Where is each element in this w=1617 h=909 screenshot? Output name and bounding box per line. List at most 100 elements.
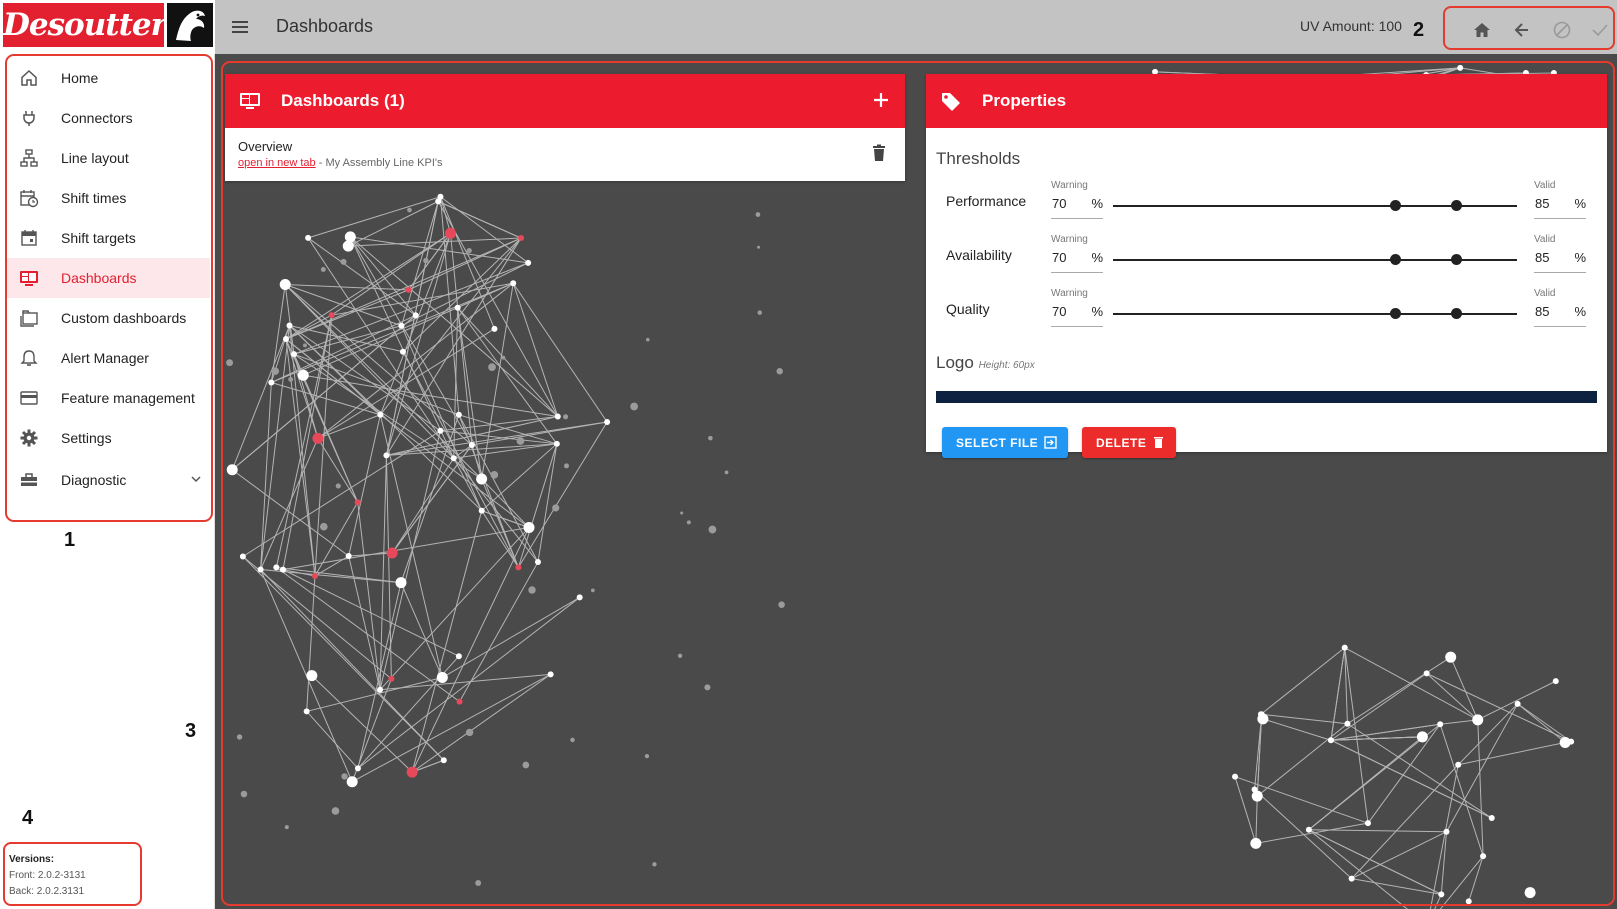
sidebar-item-label: Dashboards bbox=[61, 270, 137, 286]
percent-unit: % bbox=[1091, 250, 1103, 265]
threshold-row-performance: Performance Warning 70% Valid 85% bbox=[926, 180, 1607, 230]
sidebar-item-dashboards[interactable]: Dashboards bbox=[7, 258, 210, 298]
valid-value: 85 bbox=[1535, 304, 1550, 319]
warning-input[interactable]: 70% bbox=[1051, 247, 1103, 273]
logo-preview bbox=[936, 391, 1597, 403]
select-file-button[interactable]: SELECT FILE bbox=[942, 427, 1068, 458]
percent-unit: % bbox=[1091, 196, 1103, 211]
warning-input[interactable]: 70% bbox=[1051, 301, 1103, 327]
valid-knob[interactable] bbox=[1451, 200, 1462, 211]
calendar-clock-icon bbox=[19, 188, 39, 208]
properties-header: Properties bbox=[926, 74, 1607, 128]
logo-title: Logo Height: 60px bbox=[936, 353, 1035, 373]
monitor-dashboard-icon bbox=[239, 91, 261, 111]
valid-label: Valid bbox=[1534, 180, 1556, 191]
home-icon[interactable] bbox=[1472, 20, 1492, 40]
sidebar-item-settings[interactable]: Settings bbox=[7, 418, 210, 458]
open-new-tab-link[interactable]: open in new tab bbox=[238, 157, 316, 169]
trash-icon[interactable] bbox=[871, 144, 887, 162]
add-icon[interactable] bbox=[871, 90, 891, 110]
warning-knob[interactable] bbox=[1390, 308, 1401, 319]
warning-value: 70 bbox=[1052, 196, 1067, 211]
warning-knob[interactable] bbox=[1390, 200, 1401, 211]
sidebar-item-feature-management[interactable]: Feature management bbox=[7, 378, 210, 418]
sidebar-item-home[interactable]: Home bbox=[7, 58, 210, 98]
sidebar-item-label: Home bbox=[61, 70, 99, 86]
page-title: Dashboards bbox=[276, 16, 374, 36]
valid-label: Valid bbox=[1534, 288, 1556, 299]
select-file-label: SELECT FILE bbox=[956, 436, 1039, 450]
warning-input[interactable]: 70% bbox=[1051, 193, 1103, 219]
warning-value: 70 bbox=[1052, 304, 1067, 319]
percent-unit: % bbox=[1091, 304, 1103, 319]
valid-knob[interactable] bbox=[1451, 254, 1462, 265]
sidebar-item-connectors[interactable]: Connectors bbox=[7, 98, 210, 138]
dashboard-description: - My Assembly Line KPI's bbox=[318, 157, 443, 169]
dashboard-name: Overview bbox=[238, 139, 293, 154]
threshold-slider[interactable] bbox=[1113, 254, 1517, 265]
sidebar-item-custom-dashboards[interactable]: Custom dashboards bbox=[7, 298, 210, 338]
front-version: Front: 2.0.2-3131 bbox=[9, 870, 86, 881]
valid-value: 85 bbox=[1535, 196, 1550, 211]
chevron-down-icon[interactable] bbox=[189, 472, 203, 486]
annotation-number: 3 bbox=[185, 720, 197, 742]
sidebar-item-label: Connectors bbox=[61, 110, 133, 126]
sidebar-item-label: Line layout bbox=[61, 150, 129, 166]
sidebar-item-shift-targets[interactable]: Shift targets bbox=[7, 218, 210, 258]
brand-logo-text: Desoutter bbox=[3, 3, 167, 47]
valid-value: 85 bbox=[1535, 250, 1550, 265]
annotation-number: 4 bbox=[22, 807, 34, 829]
warning-label: Warning bbox=[1051, 234, 1088, 245]
dashboards-header: Dashboards (1) bbox=[225, 74, 905, 128]
valid-input[interactable]: 85% bbox=[1534, 301, 1586, 327]
threshold-row-quality: Quality Warning 70% Valid 85% bbox=[926, 288, 1607, 338]
toolbox-icon bbox=[19, 470, 39, 490]
threshold-slider[interactable] bbox=[1113, 200, 1517, 211]
sidebar-item-label: Feature management bbox=[61, 390, 195, 406]
valid-input[interactable]: 85% bbox=[1534, 193, 1586, 219]
sidebar-item-shift-times[interactable]: Shift times bbox=[7, 178, 210, 218]
sidebar-item-label: Custom dashboards bbox=[61, 310, 187, 326]
file-upload-icon bbox=[1044, 436, 1057, 452]
warning-value: 70 bbox=[1052, 250, 1067, 265]
valid-knob[interactable] bbox=[1451, 308, 1462, 319]
top-bar: Desoutter Dashboards UV Amount: 100 2 bbox=[0, 0, 1617, 54]
arrow-back-icon[interactable] bbox=[1512, 20, 1532, 40]
bell-icon bbox=[19, 348, 39, 368]
threshold-slider[interactable] bbox=[1113, 308, 1517, 319]
back-version: Back: 2.0.2.3131 bbox=[9, 886, 85, 897]
percent-unit: % bbox=[1574, 304, 1586, 319]
percent-unit: % bbox=[1574, 196, 1586, 211]
app-root: Desoutter Dashboards UV Amount: 100 2 Ho… bbox=[0, 0, 1617, 909]
sidebar-item-alert-manager[interactable]: Alert Manager bbox=[7, 338, 210, 378]
uv-amount: UV Amount: 100 bbox=[1300, 18, 1402, 34]
valid-input[interactable]: 85% bbox=[1534, 247, 1586, 273]
trash-icon bbox=[1153, 436, 1164, 452]
warning-label: Warning bbox=[1051, 180, 1088, 191]
delete-label: DELETE bbox=[1096, 436, 1147, 450]
toolbar-actions bbox=[1443, 6, 1615, 50]
sidebar-item-label: Shift targets bbox=[61, 230, 136, 246]
logo-title-text: Logo bbox=[936, 353, 974, 372]
sidebar-item-label: Diagnostic bbox=[61, 472, 127, 488]
delete-button[interactable]: DELETE bbox=[1082, 427, 1176, 458]
threshold-row-availability: Availability Warning 70% Valid 85% bbox=[926, 234, 1607, 284]
check-icon[interactable] bbox=[1590, 20, 1610, 40]
sidebar-item-label: Shift times bbox=[61, 190, 127, 206]
properties-title: Properties bbox=[982, 91, 1067, 110]
menu-icon[interactable] bbox=[229, 16, 251, 38]
sidebar-nav: Home Connectors Line layout Shift times … bbox=[5, 54, 213, 522]
cancel-icon[interactable] bbox=[1552, 20, 1572, 40]
threshold-label: Performance bbox=[946, 193, 1027, 209]
sidebar-item-line-layout[interactable]: Line layout bbox=[7, 138, 210, 178]
plug-icon bbox=[19, 108, 39, 128]
percent-unit: % bbox=[1574, 250, 1586, 265]
sidebar-item-label: Alert Manager bbox=[61, 350, 149, 366]
sidebar-item-diagnostic[interactable]: Diagnostic bbox=[7, 460, 210, 500]
gear-icon bbox=[19, 428, 39, 448]
brand-emblem-icon bbox=[167, 3, 213, 47]
versions-title: Versions: bbox=[9, 854, 55, 865]
warning-knob[interactable] bbox=[1390, 254, 1401, 265]
dashboards-title: Dashboards (1) bbox=[281, 91, 405, 110]
list-item[interactable]: Overview open in new tab - My Assembly L… bbox=[225, 128, 905, 181]
